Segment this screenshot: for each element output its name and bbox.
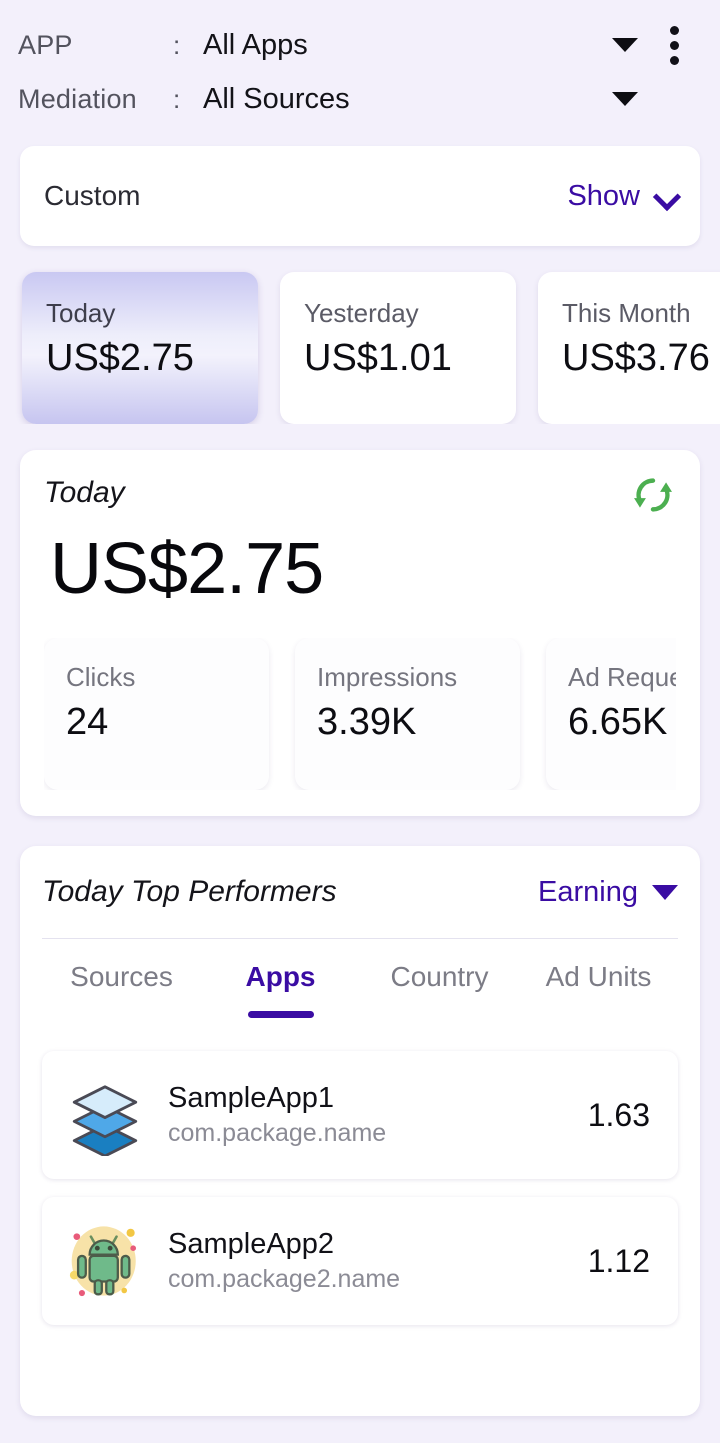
layers-stack-icon [72, 1085, 138, 1156]
mediation-filter-key: Mediation [18, 83, 137, 114]
today-card-title: Today [44, 476, 125, 509]
metric-card-impressions[interactable]: Impressions 3.39K [295, 638, 520, 790]
summary-tile-yesterday[interactable]: Yesterday US$1.01 [280, 272, 516, 424]
kebab-menu-icon[interactable] [646, 18, 702, 72]
summary-tile-label: Yesterday [304, 298, 419, 328]
android-robot-icon [69, 1226, 137, 1297]
metric-value: 24 [66, 701, 109, 743]
show-toggle-label: Show [567, 179, 640, 212]
summary-tile-this-month[interactable]: This Month US$3.76 [538, 272, 720, 424]
list-item[interactable]: SampleApp2 com.package2.name 1.12 [42, 1197, 678, 1325]
metric-label: Clicks [66, 662, 136, 692]
summary-tile-label: This Month [562, 298, 691, 328]
list-item-text: SampleApp2 com.package2.name [146, 1228, 588, 1294]
app-filter-key: APP [18, 29, 73, 60]
top-performers-card: Today Top Performers Earning Sources App… [20, 846, 700, 1416]
mediation-filter-separator: : [173, 83, 181, 114]
summary-tile-value: US$2.75 [46, 337, 194, 379]
summary-tile-value: US$1.01 [304, 337, 452, 379]
app-package: com.package2.name [168, 1265, 401, 1293]
custom-range-label: Custom [44, 180, 141, 211]
today-metrics-strip[interactable]: Clicks 24 Impressions 3.39K Ad Requests … [44, 638, 676, 790]
kebab-dot [669, 40, 679, 50]
top-performers-title: Today Top Performers [42, 875, 337, 908]
app-earning-value: 1.12 [587, 1242, 650, 1279]
app-name: SampleApp2 [168, 1228, 335, 1260]
summary-tile-today[interactable]: Today US$2.75 [22, 272, 258, 424]
metric-label: Ad Requests [568, 662, 676, 692]
filters-section: APP : All Apps Mediation : All Sources [0, 0, 720, 132]
list-item-text: SampleApp1 com.package.name [146, 1082, 588, 1148]
app-earning-value: 1.63 [587, 1096, 650, 1133]
top-performers-tabs[interactable]: Sources Apps Country Ad Units [42, 939, 678, 1033]
sort-by-label: Earning [538, 875, 638, 908]
summary-tile-value: US$3.76 [562, 337, 710, 379]
today-summary-card: Today US$2.75 Clicks 24 Impressions 3.39… [20, 450, 700, 816]
sort-by-dropdown[interactable]: Earning [538, 876, 678, 909]
summary-tile-label: Today [46, 298, 116, 328]
mediation-filter-value[interactable]: All Sources [203, 83, 612, 116]
app-name: SampleApp1 [168, 1082, 335, 1114]
custom-date-range-card[interactable]: Custom Show [20, 146, 700, 246]
today-card-header: Today [44, 476, 676, 518]
tab-label: Ad Units [545, 961, 652, 992]
today-card-amount: US$2.75 [50, 529, 324, 609]
metric-card-ad-requests[interactable]: Ad Requests 6.65K [546, 638, 676, 790]
mediation-filter-caret-down-icon[interactable] [612, 92, 638, 106]
metric-label: Impressions [317, 662, 458, 692]
sync-refresh-icon[interactable] [630, 472, 676, 518]
metric-value: 6.65K [568, 701, 668, 743]
tab-label: Sources [70, 961, 173, 992]
app-filter-separator: : [173, 29, 181, 60]
mediation-filter-row[interactable]: Mediation : All Sources [0, 72, 720, 126]
show-toggle-button[interactable]: Show [567, 180, 676, 213]
tab-apps[interactable]: Apps [201, 961, 360, 1018]
kebab-dot [669, 25, 679, 35]
tab-active-underline [247, 1011, 314, 1018]
tab-country[interactable]: Country [360, 961, 519, 993]
metric-value: 3.39K [317, 701, 417, 743]
app-package: com.package.name [168, 1119, 387, 1147]
chevron-down-icon [656, 186, 676, 206]
list-item[interactable]: SampleApp1 com.package.name 1.63 [42, 1051, 678, 1179]
tab-label: Apps [245, 961, 316, 992]
kebab-dot [669, 55, 679, 65]
tab-label: Country [390, 961, 489, 992]
summary-tiles-strip[interactable]: Today US$2.75 Yesterday US$1.01 This Mon… [0, 246, 720, 424]
top-performers-header: Today Top Performers Earning [42, 846, 678, 938]
app-filter-caret-down-icon[interactable] [612, 38, 638, 52]
app-filter-row[interactable]: APP : All Apps [0, 18, 720, 72]
tab-ad-units[interactable]: Ad Units [519, 961, 678, 993]
tab-sources[interactable]: Sources [42, 961, 201, 993]
metric-card-clicks[interactable]: Clicks 24 [44, 638, 269, 790]
dashboard-screen: APP : All Apps Mediation : All Sources C… [0, 0, 720, 1443]
caret-down-icon [652, 884, 678, 900]
app-filter-value[interactable]: All Apps [203, 29, 612, 62]
